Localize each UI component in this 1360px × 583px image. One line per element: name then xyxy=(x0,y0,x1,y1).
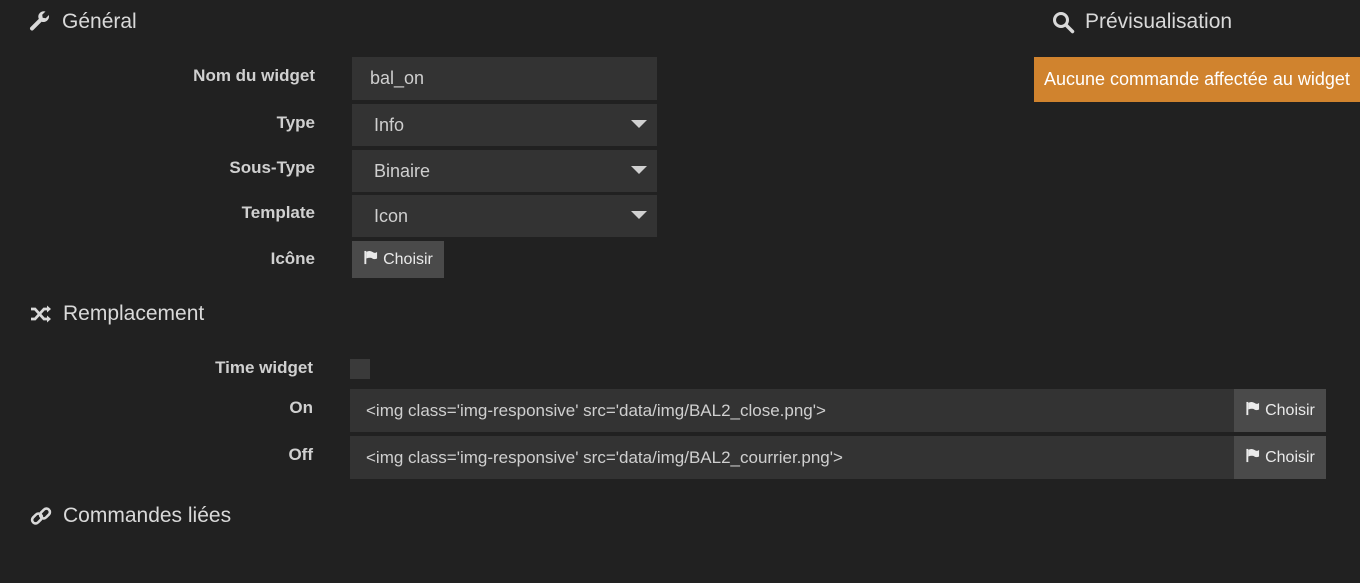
off-input[interactable]: <img class='img-responsive' src='data/im… xyxy=(350,436,1234,479)
choose-on-button-label: Choisir xyxy=(1265,401,1315,419)
chevron-down-icon xyxy=(631,120,647,128)
subtype-select[interactable]: Binaire xyxy=(352,150,657,192)
flag-icon xyxy=(1245,401,1260,421)
template-select[interactable]: Icon xyxy=(352,195,657,237)
shuffle-icon xyxy=(29,302,53,326)
widget-name-input[interactable]: bal_on xyxy=(352,57,657,100)
type-label: Type xyxy=(276,113,315,132)
time-widget-checkbox[interactable] xyxy=(350,359,370,379)
flag-icon xyxy=(363,250,378,270)
off-label: Off xyxy=(288,445,313,464)
template-label: Template xyxy=(241,203,315,222)
general-title: Général xyxy=(62,10,137,33)
wrench-icon xyxy=(28,10,52,34)
on-label: On xyxy=(289,398,313,417)
preview-title: Prévisualisation xyxy=(1085,10,1233,33)
type-select[interactable]: Info xyxy=(352,104,657,146)
linked-commands-section-title: Commandes liées xyxy=(29,504,231,528)
icon-label: Icône xyxy=(270,249,315,268)
linked-commands-title: Commandes liées xyxy=(63,504,232,527)
choose-icon-button[interactable]: Choisir xyxy=(352,241,444,278)
preview-alert: Aucune commande affectée au widget xyxy=(1034,57,1360,102)
replacement-section-title: Remplacement xyxy=(29,302,204,326)
time-widget-label: Time widget xyxy=(215,358,313,377)
choose-on-button[interactable]: Choisir xyxy=(1234,389,1326,432)
link-icon xyxy=(29,504,53,528)
on-input[interactable]: <img class='img-responsive' src='data/im… xyxy=(350,389,1234,432)
template-select-value: Icon xyxy=(374,205,409,226)
choose-off-button[interactable]: Choisir xyxy=(1234,436,1326,479)
preview-section-title: Prévisualisation xyxy=(1051,10,1232,34)
general-section-title: Général xyxy=(28,10,137,34)
choose-icon-button-label: Choisir xyxy=(383,250,433,268)
subtype-select-value: Binaire xyxy=(374,160,431,181)
replacement-title: Remplacement xyxy=(63,302,205,325)
type-select-value: Info xyxy=(374,114,405,135)
chevron-down-icon xyxy=(631,166,647,174)
widget-name-label: Nom du widget xyxy=(193,66,315,85)
chevron-down-icon xyxy=(631,211,647,219)
subtype-label: Sous-Type xyxy=(229,158,315,177)
search-icon xyxy=(1051,10,1075,34)
choose-off-button-label: Choisir xyxy=(1265,448,1315,466)
flag-icon xyxy=(1245,448,1260,468)
